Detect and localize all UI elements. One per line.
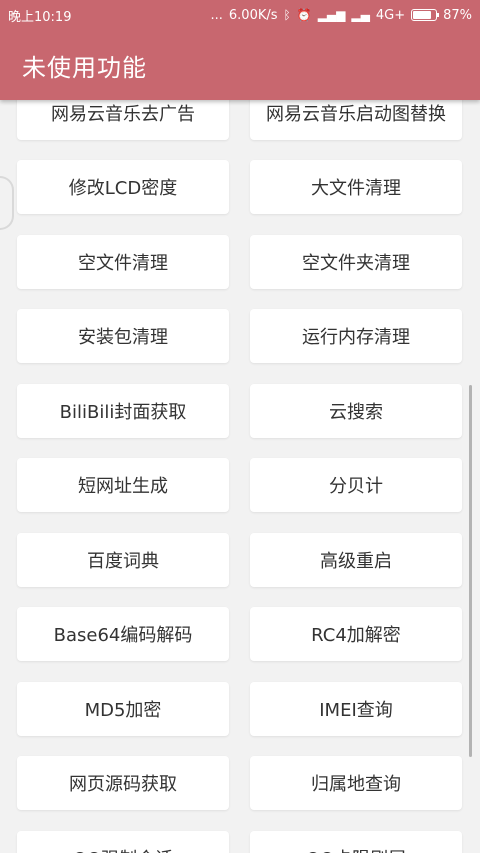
feature-button[interactable]: 安装包清理 <box>17 309 229 363</box>
feature-button[interactable]: 修改LCD密度 <box>17 160 229 214</box>
feature-button[interactable]: MD5加密 <box>17 682 229 736</box>
feature-button[interactable]: 空文件清理 <box>17 235 229 289</box>
scrollbar[interactable] <box>469 385 472 757</box>
feature-button[interactable]: QQ卡陨刷屏 <box>250 831 462 853</box>
status-time: 晚上10:19 <box>8 9 72 25</box>
feature-button[interactable]: IMEI查询 <box>250 682 462 736</box>
feature-button[interactable]: 短网址生成 <box>17 458 229 512</box>
network-type: 4G+ <box>375 7 406 23</box>
net-speed: 6.00K/s <box>228 7 278 23</box>
feature-list[interactable]: 网易云音乐去广告 网易云音乐启动图替换 修改LCD密度 大文件清理 空文件清理 … <box>0 100 480 853</box>
feature-button[interactable]: 空文件夹清理 <box>250 235 462 289</box>
overscroll-edge <box>0 176 14 230</box>
feature-button[interactable]: 网易云音乐启动图替换 <box>250 100 462 140</box>
feature-button[interactable]: 网易云音乐去广告 <box>17 100 229 140</box>
feature-button[interactable]: 归属地查询 <box>250 756 462 810</box>
feature-button[interactable]: 百度词典 <box>17 533 229 587</box>
app-bar: 未使用功能 <box>0 30 480 100</box>
signal-icon: ▂▄▆ <box>317 8 346 22</box>
battery-level: 87% <box>443 7 472 23</box>
bluetooth-icon: ᛒ <box>283 8 291 22</box>
signal2-icon: ▂▄ <box>351 8 370 22</box>
status-bar: 晚上10:19 ... 6.00K/s ᛒ ⏰ ▂▄▆ ▂▄ 4G+ 87% <box>0 0 480 30</box>
feature-button[interactable]: 高级重启 <box>250 533 462 587</box>
feature-button[interactable]: 网页源码获取 <box>17 756 229 810</box>
feature-button[interactable]: 云搜索 <box>250 384 462 438</box>
status-dots: ... <box>210 7 223 23</box>
alarm-icon: ⏰ <box>296 8 312 22</box>
page-title: 未使用功能 <box>22 53 147 82</box>
feature-button[interactable]: BiliBili封面获取 <box>17 384 229 438</box>
feature-button[interactable]: RC4加解密 <box>250 607 462 661</box>
feature-button[interactable]: 分贝计 <box>250 458 462 512</box>
feature-button[interactable]: 大文件清理 <box>250 160 462 214</box>
battery-icon <box>411 9 440 21</box>
feature-button[interactable]: 运行内存清理 <box>250 309 462 363</box>
status-right: ... 6.00K/s ᛒ ⏰ ▂▄▆ ▂▄ 4G+ 87% <box>211 8 473 23</box>
feature-button[interactable]: QQ强制会话 <box>17 831 229 853</box>
feature-button[interactable]: Base64编码解码 <box>17 607 229 661</box>
